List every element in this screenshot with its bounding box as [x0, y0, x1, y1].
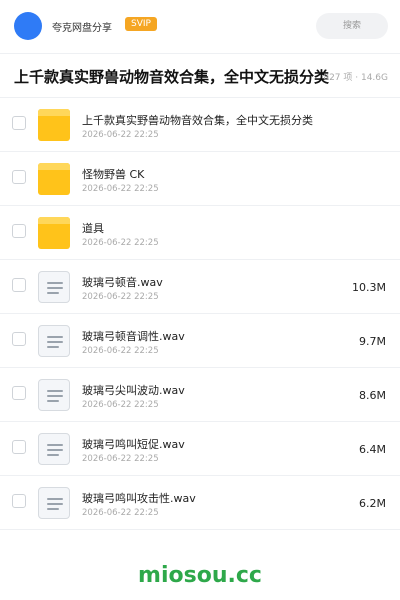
file-size: 6.4M — [359, 443, 386, 456]
file-name: 玻璃弓顿音.wav — [82, 276, 163, 289]
audio-file-icon — [38, 487, 70, 519]
file-name: 上千款真实野兽动物音效合集，全中文无损分类 — [82, 114, 313, 127]
row-checkbox[interactable] — [12, 278, 26, 292]
search-input[interactable]: 搜索 — [316, 13, 388, 39]
file-date: 2026-06-22 22:25 — [82, 292, 159, 302]
list-item[interactable]: 玻璃弓鸣叫攻击性.wav 2026-06-22 22:25 6.2M — [0, 476, 400, 530]
row-checkbox[interactable] — [12, 116, 26, 130]
file-size: 9.7M — [359, 335, 386, 348]
file-date: 2026-06-22 22:25 — [82, 508, 159, 518]
row-checkbox[interactable] — [12, 224, 26, 238]
row-checkbox[interactable] — [12, 386, 26, 400]
title-bar: 上千款真实野兽动物音效合集，全中文无损分类 827 项 · 14.6G — [0, 54, 400, 98]
list-item[interactable]: 道具 2026-06-22 22:25 — [0, 206, 400, 260]
file-name: 道具 — [82, 222, 104, 235]
share-meta: 827 项 · 14.6G — [323, 73, 388, 83]
file-name: 玻璃弓顿音调性.wav — [82, 330, 185, 343]
row-checkbox[interactable] — [12, 440, 26, 454]
file-size: 10.3M — [352, 281, 386, 294]
list-item[interactable]: 怪物野兽 CK 2026-06-22 22:25 — [0, 152, 400, 206]
file-name: 玻璃弓尖叫波动.wav — [82, 384, 185, 397]
audio-file-icon — [38, 271, 70, 303]
folder-icon — [38, 163, 70, 195]
audio-file-icon — [38, 433, 70, 465]
file-name: 怪物野兽 CK — [82, 168, 145, 181]
folder-icon — [38, 217, 70, 249]
page-title: 上千款真实野兽动物音效合集，全中文无损分类 — [14, 68, 330, 86]
row-checkbox[interactable] — [12, 170, 26, 184]
watermark: miosou.cc — [138, 563, 262, 588]
file-date: 2026-06-22 22:25 — [82, 238, 159, 248]
svip-badge: SVIP — [125, 17, 157, 31]
row-checkbox[interactable] — [12, 494, 26, 508]
list-item[interactable]: 玻璃弓尖叫波动.wav 2026-06-22 22:25 8.6M — [0, 368, 400, 422]
user-name: 夸克网盘分享 — [52, 23, 112, 34]
list-item[interactable]: 上千款真实野兽动物音效合集，全中文无损分类 2026-06-22 22:25 — [0, 98, 400, 152]
list-item[interactable]: 玻璃弓顿音.wav 2026-06-22 22:25 10.3M — [0, 260, 400, 314]
list-item[interactable]: 玻璃弓顿音调性.wav 2026-06-22 22:25 9.7M — [0, 314, 400, 368]
top-header: 夸克网盘分享 SVIP 搜索 — [0, 0, 400, 54]
audio-file-icon — [38, 325, 70, 357]
file-list: 上千款真实野兽动物音效合集，全中文无损分类 2026-06-22 22:25 怪… — [0, 98, 400, 530]
audio-file-icon — [38, 379, 70, 411]
file-size: 6.2M — [359, 497, 386, 510]
file-date: 2026-06-22 22:25 — [82, 130, 159, 140]
file-name: 玻璃弓鸣叫短促.wav — [82, 438, 185, 451]
list-item[interactable]: 玻璃弓鸣叫短促.wav 2026-06-22 22:25 6.4M — [0, 422, 400, 476]
file-size: 8.6M — [359, 389, 386, 402]
folder-icon — [38, 109, 70, 141]
file-date: 2026-06-22 22:25 — [82, 184, 159, 194]
avatar[interactable] — [14, 12, 42, 40]
file-name: 玻璃弓鸣叫攻击性.wav — [82, 492, 196, 505]
row-checkbox[interactable] — [12, 332, 26, 346]
file-date: 2026-06-22 22:25 — [82, 346, 159, 356]
file-date: 2026-06-22 22:25 — [82, 400, 159, 410]
file-date: 2026-06-22 22:25 — [82, 454, 159, 464]
